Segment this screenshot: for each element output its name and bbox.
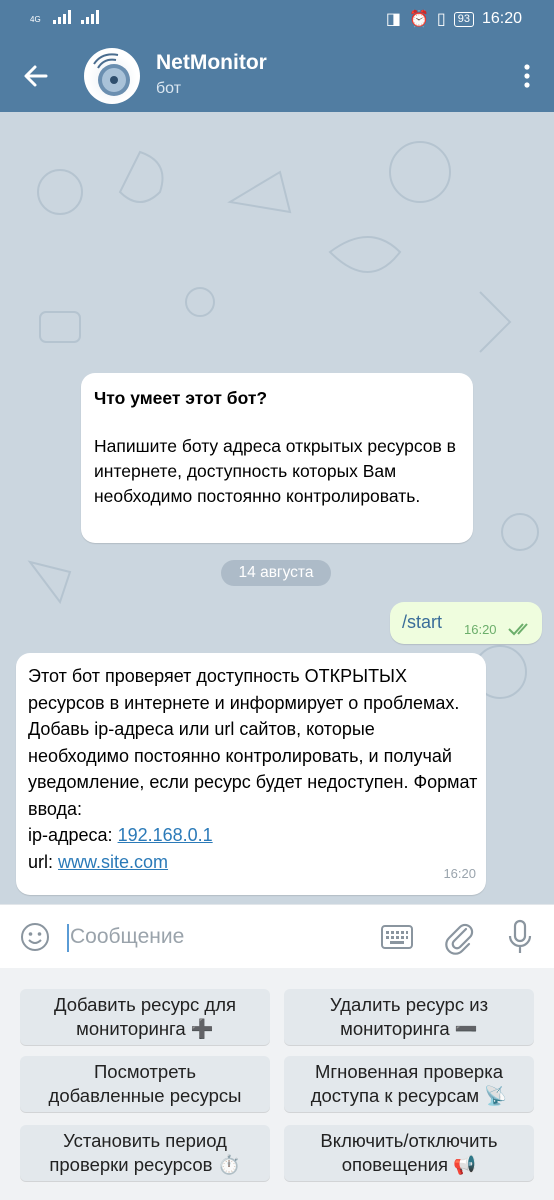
emoji-icon[interactable]: [20, 922, 50, 952]
date-chip: 14 августа: [221, 560, 331, 586]
message-input[interactable]: Сообщение: [70, 925, 184, 949]
remove-resource-button[interactable]: Удалить ресурс из мониторинга ➖: [284, 989, 534, 1045]
chat-subtitle: бот: [156, 80, 182, 97]
ip-link[interactable]: 192.168.0.1: [118, 825, 213, 845]
bot-info-heading: Что умеет этот бот?: [94, 388, 268, 408]
url-label: url:: [28, 851, 59, 872]
outgoing-time: 16:20: [464, 622, 497, 637]
signal-indicators: 4G: [30, 10, 99, 24]
ip-label: ip-адреса:: [28, 825, 118, 845]
chat-title[interactable]: NetMonitor: [156, 51, 267, 75]
microphone-icon[interactable]: [507, 919, 533, 955]
chat-header: NetMonitor бот: [0, 38, 554, 112]
bot-keyboard: Добавить ресурс для мониторинга ➕ Удалить…: [0, 968, 554, 1200]
bot-info-text: Напишите боту адреса открытых ресурсов в…: [94, 436, 456, 506]
incoming-text: Этот бот проверяет доступность ОТКРЫТЫХ …: [28, 666, 478, 819]
attach-icon[interactable]: [444, 919, 474, 955]
double-check-icon: [508, 623, 528, 636]
url-link[interactable]: www.site.com: [58, 852, 168, 872]
outgoing-message[interactable]: /start 16:20: [390, 602, 542, 644]
more-vert-icon[interactable]: [524, 64, 530, 88]
clock: 16:20: [481, 10, 522, 27]
signal-icon-2: [80, 10, 99, 24]
alarm-icon: ⏰: [408, 11, 429, 28]
vibrate-icon: ▯: [436, 11, 446, 28]
text-caret: [67, 924, 69, 952]
status-right: ◨ ⏰ ▯ 93 16:20: [386, 9, 522, 29]
network-type: 4G: [30, 15, 41, 24]
view-resources-button[interactable]: Посмотреть добавленные ресурсы: [20, 1056, 270, 1112]
keyboard-icon[interactable]: [381, 925, 413, 949]
back-arrow-icon[interactable]: [22, 62, 50, 90]
chat-area[interactable]: Что умеет этот бот? Напишите боту адреса…: [0, 112, 554, 904]
battery-icon: 93: [453, 11, 474, 27]
toggle-notifications-button[interactable]: Включить/отключить оповещения 📢: [284, 1125, 534, 1181]
add-resource-button[interactable]: Добавить ресурс для мониторинга ➕: [20, 989, 270, 1045]
instant-check-button[interactable]: Мгновенная проверка доступа к ресурсам 📡: [284, 1056, 534, 1112]
bot-info-card: Что умеет этот бот? Напишите боту адреса…: [81, 373, 473, 543]
status-bar: 4G ◨ ⏰ ▯ 93 16:20: [0, 0, 554, 38]
nfc-icon: ◨: [385, 11, 401, 28]
incoming-message[interactable]: Этот бот проверяет доступность ОТКРЫТЫХ …: [16, 653, 486, 895]
avatar[interactable]: [84, 48, 140, 104]
incoming-time: 16:20: [443, 865, 476, 881]
satellite-avatar-icon: [93, 53, 130, 96]
signal-icon: [52, 10, 71, 24]
set-check-period-button[interactable]: Установить период проверки ресурсов ⏱️: [20, 1125, 270, 1181]
message-input-bar: Сообщение: [0, 904, 554, 969]
outgoing-text[interactable]: /start: [402, 612, 442, 633]
